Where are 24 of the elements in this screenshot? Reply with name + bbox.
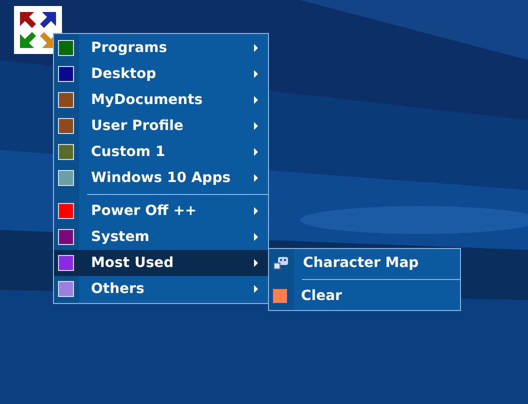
menu-item[interactable]: Power Off ++ <box>54 198 268 224</box>
app-logo-icon[interactable] <box>14 6 62 54</box>
submenu-arrow-icon <box>254 122 258 130</box>
submenu-arrow-icon <box>254 207 258 215</box>
submenu-arrow-icon <box>254 70 258 78</box>
submenu-arrow-icon <box>254 174 258 182</box>
submenu-arrow-icon <box>254 233 258 241</box>
menu-item[interactable]: User Profile <box>54 113 268 139</box>
menu-item[interactable]: Character Map <box>269 250 460 276</box>
menu-item[interactable]: Windows 10 Apps <box>54 165 268 191</box>
character-map-icon <box>273 255 289 271</box>
menu-item[interactable]: Clear <box>269 283 460 309</box>
submenu-arrow-icon <box>254 285 258 293</box>
menu-item[interactable]: Programs <box>54 35 268 61</box>
submenu-arrow-icon <box>254 259 258 267</box>
submenu-arrow-icon <box>254 96 258 104</box>
menu-item[interactable]: MyDocuments <box>54 87 268 113</box>
menu-item[interactable]: System <box>54 224 268 250</box>
submenu-arrow-icon <box>254 44 258 52</box>
menu-item[interactable]: Most Used <box>54 250 268 276</box>
menu-item[interactable]: Custom 1 <box>54 139 268 165</box>
menu-item[interactable]: Others <box>54 276 268 302</box>
menu-item[interactable]: Desktop <box>54 61 268 87</box>
submenu-arrow-icon <box>254 148 258 156</box>
